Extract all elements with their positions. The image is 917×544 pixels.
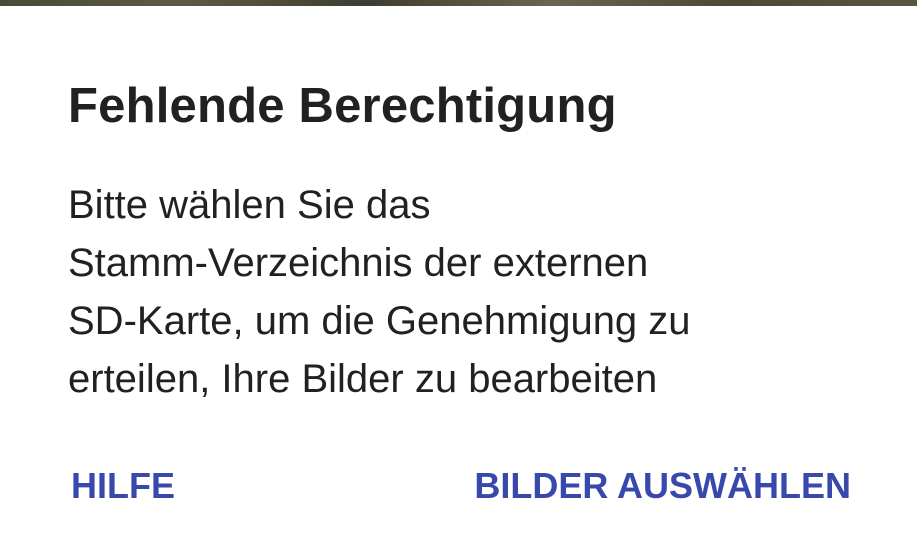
dialog-actions: HILFE BILDER AUSWÄHLEN (0, 456, 917, 516)
dialog-message-line: SD-Karte, um die Genehmigung zu (68, 299, 691, 343)
help-button[interactable]: HILFE (71, 456, 175, 516)
dialog-title: Fehlende Berechtigung (68, 79, 617, 133)
select-images-button[interactable]: BILDER AUSWÄHLEN (474, 456, 851, 516)
dialog-message-line: erteilen, Ihre Bilder zu bearbeiten (68, 357, 658, 401)
dialog-message-line: Bitte wählen Sie das (68, 183, 431, 227)
dialog-message: Bitte wählen Sie das Stamm-Verzeichnis d… (68, 176, 691, 408)
dialog-message-line: Stamm-Verzeichnis der externen (68, 241, 649, 285)
permission-dialog: Fehlende Berechtigung Bitte wählen Sie d… (0, 6, 917, 544)
